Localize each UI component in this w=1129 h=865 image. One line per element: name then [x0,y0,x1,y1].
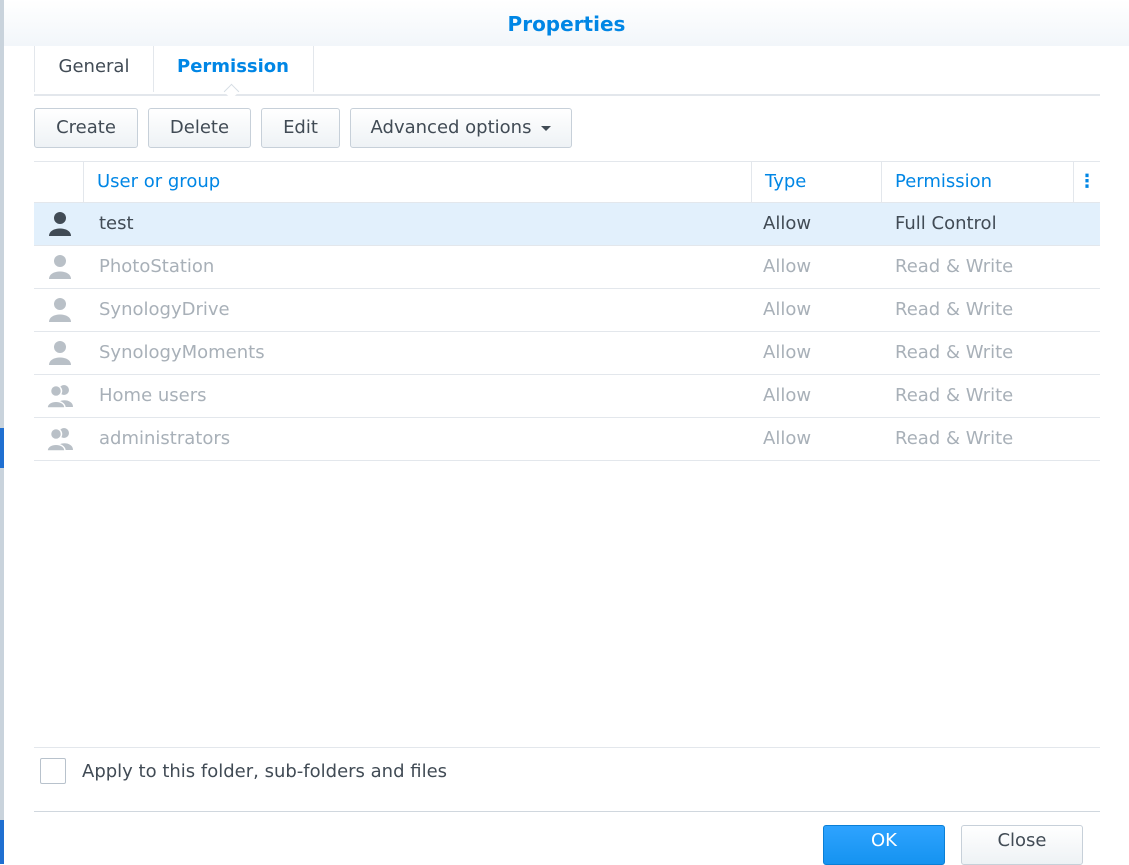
grid-header: User or group Type Permission ⋮ [34,162,1100,203]
row-user-or-group: Home users [99,385,207,406]
table-row[interactable]: PhotoStation Allow Read & Write [34,246,1100,289]
create-button[interactable]: Create [34,108,138,148]
row-permission: Read & Write [895,256,1014,277]
table-row[interactable]: administrators Allow Read & Write [34,418,1100,461]
footer-divider [34,747,1100,748]
permission-grid: User or group Type Permission ⋮ test Allo… [34,161,1100,750]
column-header-type[interactable]: Type [752,162,882,202]
edit-button[interactable]: Edit [261,108,340,148]
row-permission: Full Control [895,213,997,234]
user-icon [46,340,74,366]
table-row[interactable]: test Allow Full Control [34,203,1100,246]
row-type: Allow [763,428,812,449]
user-icon [46,254,74,280]
row-permission: Read & Write [895,342,1014,363]
row-user-or-group: PhotoStation [99,256,215,277]
column-header-permission[interactable]: Permission [882,162,1074,202]
row-permission: Read & Write [895,385,1014,406]
row-user-or-group: SynologyMoments [99,342,265,363]
row-permission: Read & Write [895,299,1014,320]
table-row[interactable]: SynologyDrive Allow Read & Write [34,289,1100,332]
user-icon [46,211,74,237]
row-permission: Read & Write [895,428,1014,449]
apply-checkbox[interactable] [40,758,66,784]
row-type: Allow [763,256,812,277]
row-type: Allow [763,299,812,320]
row-type: Allow [763,342,812,363]
apply-label: Apply to this folder, sub-folders and fi… [82,761,448,782]
group-icon [46,383,74,409]
close-button[interactable]: Close [961,825,1083,865]
tab-general[interactable]: General [34,46,154,92]
delete-button[interactable]: Delete [148,108,251,148]
group-icon [46,426,74,452]
dialog-title: Properties [4,0,1129,46]
row-user-or-group: administrators [99,428,231,449]
column-menu-icon[interactable]: ⋮ [1074,162,1100,202]
tab-bar: General Permission [34,46,1100,100]
button-bar-divider [34,811,1100,812]
row-type: Allow [763,213,812,234]
advanced-options-label: Advanced options [370,117,532,138]
grid-rows: test Allow Full Control PhotoStation Allow Re… [34,203,1100,461]
properties-dialog: Properties General Permission Create Del… [4,0,1129,865]
column-header-icon [34,162,84,202]
row-user-or-group: test [99,213,134,234]
column-header-user-or-group[interactable]: User or group [84,162,752,202]
ok-button[interactable]: OK [823,825,945,865]
row-type: Allow [763,385,812,406]
user-icon [46,297,74,323]
row-user-or-group: SynologyDrive [99,299,230,320]
table-row[interactable]: Home users Allow Read & Write [34,375,1100,418]
chevron-down-icon [541,125,552,131]
table-row[interactable]: SynologyMoments Allow Read & Write [34,332,1100,375]
advanced-options-button[interactable]: Advanced options [350,108,572,148]
